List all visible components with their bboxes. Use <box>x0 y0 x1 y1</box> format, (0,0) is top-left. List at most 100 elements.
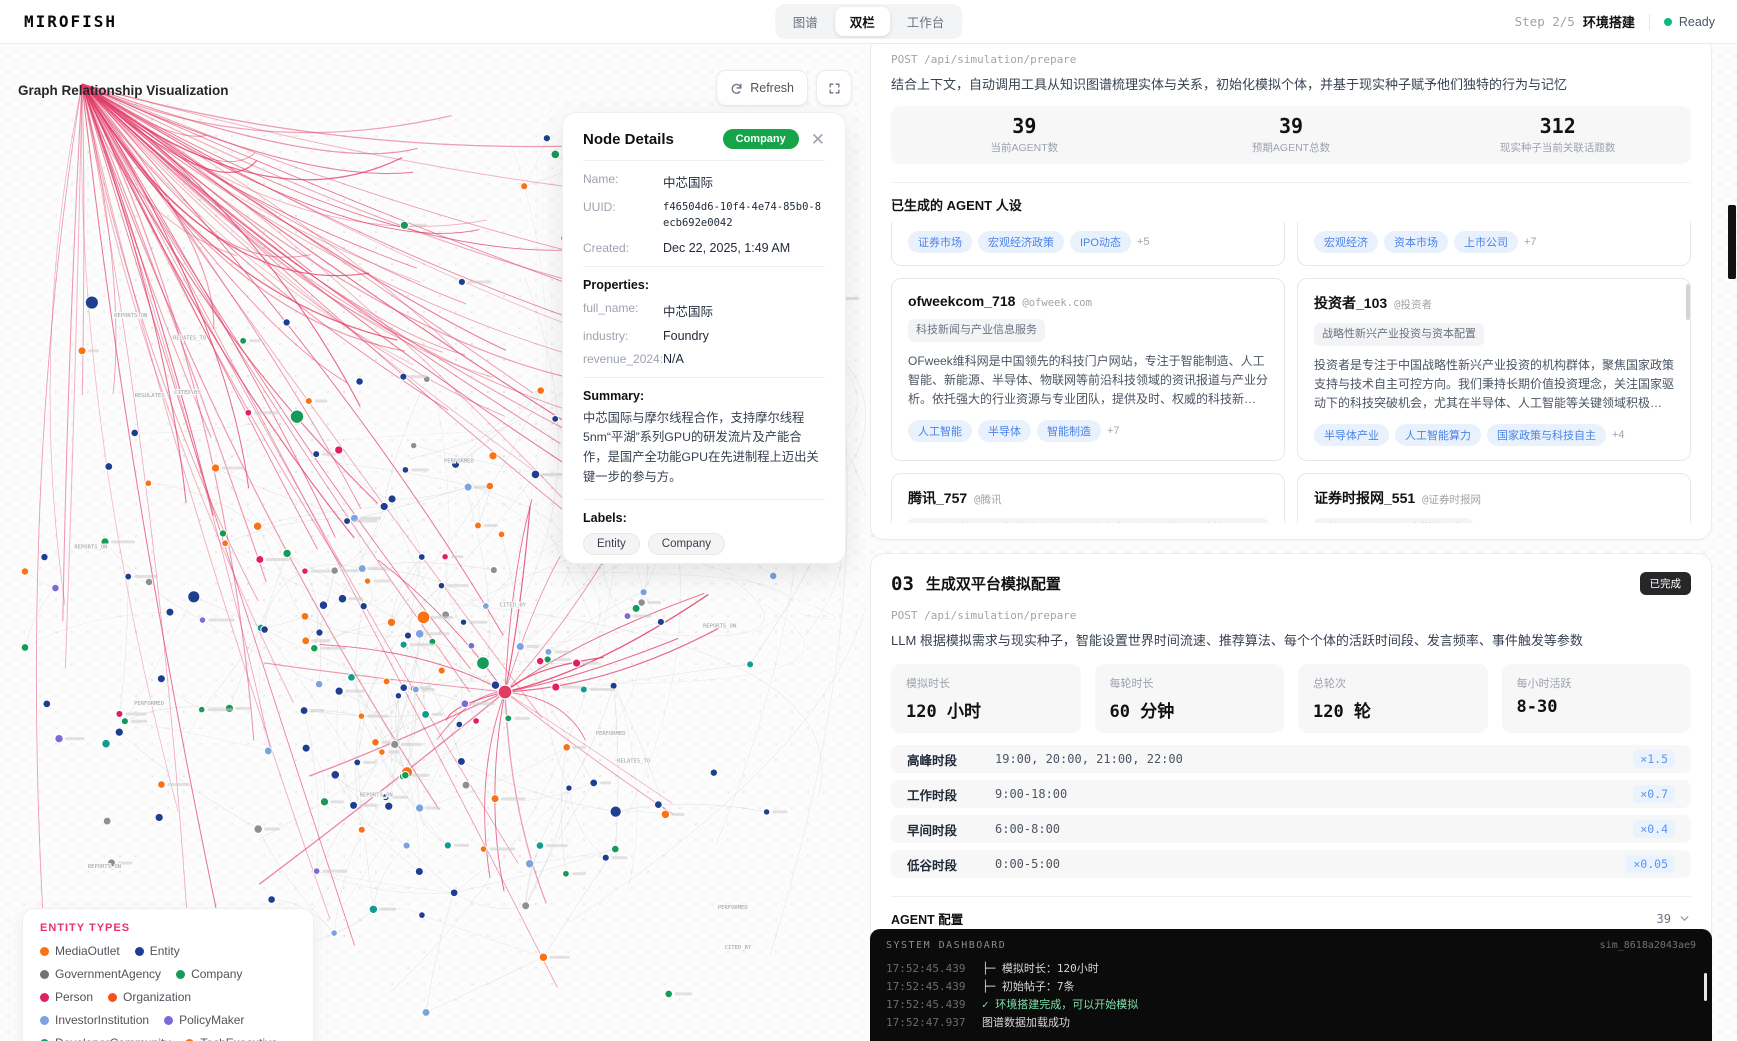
svg-text:PERFORMED: PERFORMED <box>718 905 748 911</box>
field-label: Name: <box>583 172 663 191</box>
time-slot-row: 工作时段9:00-18:00×0.7 <box>891 780 1691 808</box>
refresh-button[interactable]: Refresh <box>716 70 808 106</box>
labels-title: Labels: <box>583 511 825 525</box>
tab-双栏[interactable]: 双栏 <box>835 7 890 36</box>
slot-multiplier: ×0.4 <box>1633 820 1675 838</box>
agent-name: 证券时报网_551 <box>1314 488 1415 508</box>
stat-value: 312 <box>1424 115 1691 137</box>
investorinstitution-color-dot <box>40 1016 49 1025</box>
node-details-panel: Node Details Company ✕ Name:中芯国际UUID:f46… <box>562 112 846 564</box>
agent-card-partial[interactable]: 证券市场宏观经济政策IPO动态+5 <box>891 222 1285 266</box>
agent-card-partial[interactable]: 证券时报网_551@证券时报网财经新闻与行业研究媒体机构证券时报网（stcn.c… <box>1297 473 1691 523</box>
slot-hours: 9:00-18:00 <box>995 787 1633 801</box>
legend-label: PolicyMaker <box>179 1013 244 1027</box>
agent-card-partial[interactable]: 腾讯_757@腾讯互联网科技公司，提供社交平台、数字内容、金融科技、云计算与人工… <box>891 473 1285 523</box>
chevron-down-icon <box>1678 912 1691 925</box>
tab-图谱[interactable]: 图谱 <box>778 7 833 36</box>
time-slot-row: 低谷时段0:00-5:00×0.05 <box>891 850 1691 878</box>
section-number: 03 <box>891 573 914 595</box>
legend-label: InvestorInstitution <box>55 1013 149 1027</box>
log-line: 17:52:47.937图谱数据加载成功 <box>886 1014 1696 1032</box>
page-scrollbar-thumb[interactable] <box>1728 205 1736 279</box>
time-slot-row: 早间时段6:00-8:00×0.4 <box>891 815 1691 843</box>
property-label: industry: <box>583 329 663 343</box>
log-timestamp: 17:52:45.439 <box>886 960 982 978</box>
terminal-scrollbar-thumb[interactable] <box>1704 973 1707 1001</box>
node-field-row: UUID:f46504d6-10f4-4e74-85b0-8ecb692e004… <box>583 200 825 232</box>
stat-item: 39当前AGENT数 <box>891 115 1158 155</box>
more-tags-count: +4 <box>1612 429 1625 441</box>
agent-card[interactable]: 投资者_103@投资者战略性新兴产业投资与资本配置投资者是专注于中国战略性新兴产… <box>1297 278 1691 460</box>
topic-tag: 资本市场 <box>1384 231 1448 253</box>
agent-card[interactable]: ofweekcom_718@ofweek.com科技新闻与产业信息服务OFwee… <box>891 278 1285 460</box>
slot-hours: 6:00-8:00 <box>995 822 1633 836</box>
view-tabs: 图谱双栏工作台 <box>775 4 963 39</box>
legend-item-MediaOutlet: MediaOutlet <box>40 944 120 958</box>
stat-item: 39预期AGENT总数 <box>1158 115 1425 155</box>
section-agent-generation: POST /api/simulation/prepare 结合上下文，自动调用工… <box>870 36 1712 540</box>
top-bar: MIROFISH 图谱双栏工作台 Step 2/5 环境搭建 Ready <box>0 0 1737 44</box>
svg-text:CITED_BY: CITED_BY <box>725 945 752 951</box>
more-tags-count: +7 <box>1107 425 1120 437</box>
log-line: 17:52:45.439├─ 模拟时长：120小时 <box>886 960 1696 978</box>
status-dot <box>1664 18 1672 26</box>
log-message: ├─ 初始帖子：7条 <box>982 978 1075 996</box>
node-label-pill: Entity <box>583 533 640 555</box>
topic-tag: 人工智能算力 <box>1395 424 1481 446</box>
time-slot-row: 高峰时段19:00, 20:00, 21:00, 22:00×1.5 <box>891 745 1691 773</box>
log-message: ✓ 环境搭建完成，可以开始模拟 <box>982 996 1138 1014</box>
stat-value: 39 <box>891 115 1158 137</box>
api-endpoint: POST /api/simulation/prepare <box>891 609 1691 622</box>
terminal-title: SYSTEM DASHBOARD <box>886 940 1600 951</box>
fullscreen-button[interactable] <box>816 70 852 106</box>
svg-text:REGULATES: REGULATES <box>135 393 165 399</box>
agent-card-partial[interactable]: 宏观经济资本市场上市公司+7 <box>1297 222 1691 266</box>
field-value: 中芯国际 <box>663 172 713 191</box>
stat-value: 39 <box>1158 115 1425 137</box>
node-summary: 中芯国际与摩尔线程合作，支持摩尔线程5nm“平湖”系列GPU的研发流片及产能合作… <box>583 409 825 489</box>
status-text: Ready <box>1679 15 1715 29</box>
agent-stats: 39当前AGENT数39预期AGENT总数312 现实种子当前关联话题数 <box>891 106 1691 164</box>
config-value: 120 小时 <box>906 697 1066 722</box>
svg-text:REPORTS_ON: REPORTS_ON <box>703 623 736 629</box>
agent-tags: 半导体产业人工智能算力国家政策与科技自主+4 <box>1314 424 1674 446</box>
agent-name: ofweekcom_718 <box>908 293 1015 309</box>
config-value: 60 分钟 <box>1110 697 1270 722</box>
svg-text:CITED_BY: CITED_BY <box>499 603 526 609</box>
agent-role-tag: 财经新闻与行业研究媒体机构 <box>1314 518 1473 523</box>
close-icon[interactable]: ✕ <box>811 131 825 148</box>
legend-item-DeveloperCommunity: DeveloperCommunity <box>40 1036 170 1041</box>
config-card-总轮次: 总轮次120 轮 <box>1298 664 1488 733</box>
legend-item-Company: Company <box>176 967 242 981</box>
topic-tag: 上市公司 <box>1454 231 1518 253</box>
node-property-row: revenue_2024:N/A <box>583 352 825 366</box>
svg-text:RELATES_TO: RELATES_TO <box>617 758 650 764</box>
agent-role-tag: 互联网科技公司，提供社交平台、数字内容、金融科技、云计算与人工智能服务 <box>908 518 1268 523</box>
agent-cards-viewport[interactable]: 证券市场宏观经济政策IPO动态+5 宏观经济资本市场上市公司+7 ofweekco… <box>891 222 1691 523</box>
agent-name-row: 投资者_103@投资者 <box>1314 293 1674 313</box>
property-value: N/A <box>663 352 684 366</box>
legend-label: Entity <box>150 944 180 958</box>
node-label-pill: Company <box>648 533 725 555</box>
field-label: Created: <box>583 241 663 255</box>
divider <box>891 182 1691 183</box>
graph-header: Graph Relationship Visualization Refresh <box>0 44 866 108</box>
field-value: f46504d6-10f4-4e74-85b0-8ecb692e0042 <box>663 200 825 232</box>
property-value: Foundry <box>663 329 709 343</box>
entity-color-dot <box>135 947 144 956</box>
organization-color-dot <box>108 993 117 1002</box>
legend-label: Person <box>55 990 93 1004</box>
more-tags-count: +5 <box>1137 236 1150 248</box>
refresh-label: Refresh <box>750 81 794 95</box>
stat-label: 现实种子当前关联话题数 <box>1424 140 1691 155</box>
slot-multiplier: ×0.7 <box>1633 785 1675 803</box>
topic-tag: 宏观经济政策 <box>978 231 1064 253</box>
step-name: 环境搭建 <box>1583 12 1635 31</box>
agent-config-row[interactable]: AGENT 配置 39 <box>891 909 1691 928</box>
svg-text:REPORTS_ON: REPORTS_ON <box>74 545 107 551</box>
tab-工作台[interactable]: 工作台 <box>892 7 960 36</box>
legend-item-InvestorInstitution: InvestorInstitution <box>40 1013 149 1027</box>
property-value: 中芯国际 <box>663 301 713 320</box>
agents-title: 已生成的 AGENT 人设 <box>891 195 1691 214</box>
cards-scrollbar-thumb[interactable] <box>1686 284 1690 320</box>
